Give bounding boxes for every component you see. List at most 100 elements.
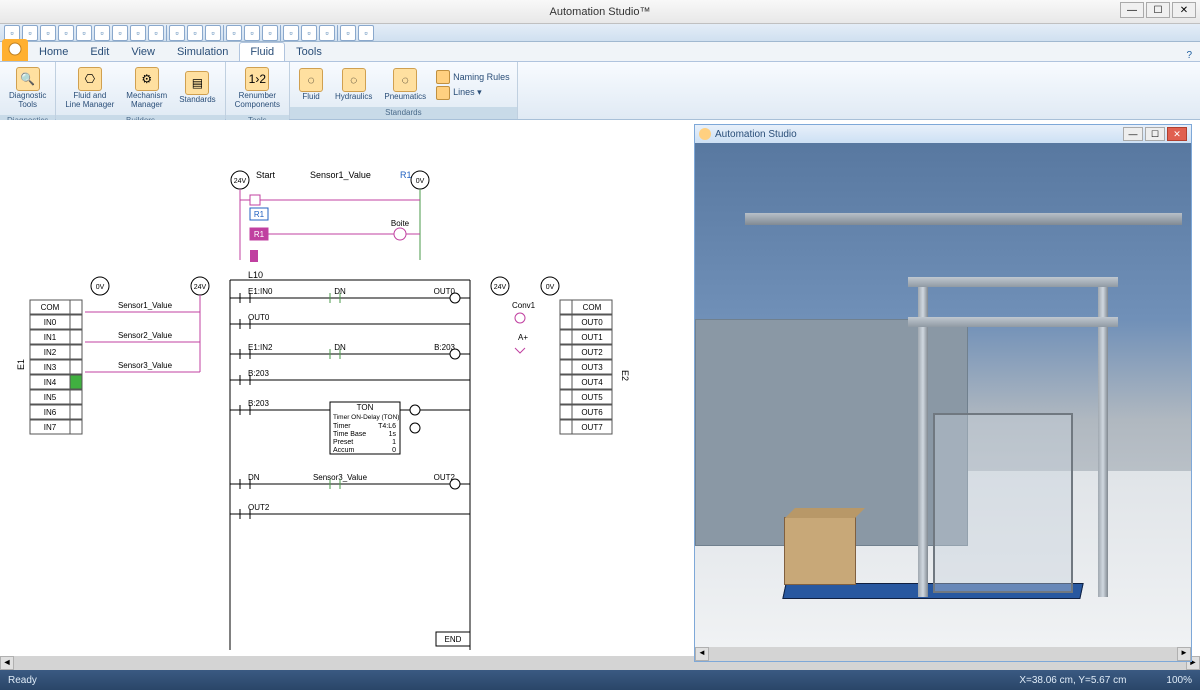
ribbon-fluid-button[interactable]: ◌Fluid [294,65,328,105]
ribbon-hydraulics-button[interactable]: ◌Hydraulics [330,65,377,105]
panel-hscrollbar[interactable]: ◄► [695,647,1191,661]
svg-text:IN7: IN7 [44,423,57,432]
svg-text:Timer ON-Delay (TON): Timer ON-Delay (TON) [333,414,399,421]
help-icon[interactable]: ? [1186,50,1192,61]
qat-play-icon[interactable]: ▫ [301,25,317,41]
svg-text:0: 0 [392,447,396,454]
ribbon-icon: ⚙ [135,67,159,91]
tab-view[interactable]: View [120,42,166,61]
status-zoom: 100% [1166,675,1192,686]
svg-text:OUT2: OUT2 [581,348,603,357]
svg-text:COM: COM [41,303,60,312]
svg-text:OUT6: OUT6 [581,408,603,417]
tab-simulation[interactable]: Simulation [166,42,239,61]
ribbon-small-label: Lines ▾ [453,87,482,98]
ribbon-group-standards: ◌Fluid◌Hydraulics◌Pneumatics Naming Rules… [290,62,518,119]
svg-text:OUT7: OUT7 [581,423,603,432]
ribbon-group-tools: 1›2RenumberComponentsTools [226,62,290,119]
qat-sim-icon[interactable]: ▫ [283,25,299,41]
svg-text:OUT4: OUT4 [581,378,603,387]
ribbon-renumber-button[interactable]: 1›2RenumberComponents [230,64,285,113]
ribbon-diagnostic-button[interactable]: 🔍DiagnosticTools [4,64,51,113]
ribbon-naming-rules-button[interactable]: Naming Rules [433,69,513,85]
ribbon-label: DiagnosticTools [9,92,46,110]
maximize-button[interactable]: ☐ [1146,2,1170,18]
ribbon-icon: ▤ [185,71,209,95]
ribbon-small-icon [436,86,450,100]
svg-text:R1: R1 [400,170,412,180]
qat-cut-icon[interactable]: ▫ [94,25,110,41]
svg-text:B:203: B:203 [248,369,269,378]
qat-separator [166,25,167,41]
file-tab[interactable] [2,39,28,61]
qat-opt-icon[interactable]: ▫ [340,25,356,41]
qat-stop-icon[interactable]: ▫ [319,25,335,41]
close-button[interactable]: ✕ [1172,2,1196,18]
status-coords: X=38.06 cm, Y=5.67 cm [1019,675,1126,686]
workspace: 24V 0V Start Sensor1_Value R1 R1 R1 Boit… [0,120,1200,656]
svg-text:OUT1: OUT1 [581,333,603,342]
qat-snap-icon[interactable]: ▫ [262,25,278,41]
svg-text:IN4: IN4 [44,378,57,387]
qat-fit-icon[interactable]: ▫ [187,25,203,41]
svg-text:Accum: Accum [333,447,355,454]
ribbon-group-builders: ⎔Fluid andLine Manager⚙MechanismManager▤… [56,62,225,119]
svg-text:Sensor3_Value: Sensor3_Value [118,361,173,370]
qat-layer-icon[interactable]: ▫ [226,25,242,41]
svg-text:Sensor2_Value: Sensor2_Value [118,331,173,340]
panel-maximize-button[interactable]: ☐ [1145,127,1165,141]
ribbon-standards-button[interactable]: ▤Standards [174,68,220,108]
qat-print-icon[interactable]: ▫ [148,25,164,41]
app-title: Automation Studio™ [550,6,651,18]
quick-access-toolbar: ▫▫▫▫▫▫▫▫▫▫▫▫▫▫▫▫▫▫▫▫ [0,24,1200,42]
qat-copy-icon[interactable]: ▫ [112,25,128,41]
tab-tools[interactable]: Tools [285,42,333,61]
panel-minimize-button[interactable]: — [1123,127,1143,141]
svg-text:IN2: IN2 [44,348,57,357]
qat-pan-icon[interactable]: ▫ [205,25,221,41]
svg-text:L10: L10 [248,270,263,280]
scene-overhead-beam [744,213,1181,225]
svg-text:E1:IN2: E1:IN2 [248,343,273,352]
minimize-button[interactable]: — [1120,2,1144,18]
svg-text:TON: TON [357,403,374,412]
ribbon-tabs: HomeEditViewSimulationFluidTools ? [0,42,1200,62]
panel-app-icon [699,128,711,140]
ribbon-group-diagnostics: 🔍DiagnosticToolsDiagnostics [0,62,56,119]
svg-text:1: 1 [392,439,396,446]
svg-text:Boite: Boite [391,219,410,228]
ribbon-fluid-and-button[interactable]: ⎔Fluid andLine Manager [60,64,119,113]
simulation-3d-viewport[interactable] [695,143,1191,647]
svg-text:0V: 0V [96,284,105,291]
scene-elevator-cabin [933,413,1073,593]
ribbon-icon: 1›2 [245,67,269,91]
qat-grid-icon[interactable]: ▫ [244,25,260,41]
svg-text:Sensor1_Value: Sensor1_Value [118,301,173,310]
qat-zoom-icon[interactable]: ▫ [169,25,185,41]
tab-home[interactable]: Home [28,42,79,61]
ribbon-lines--button[interactable]: Lines ▾ [433,85,513,101]
ribbon-mechanism-button[interactable]: ⚙MechanismManager [121,64,172,113]
tab-fluid[interactable]: Fluid [239,42,285,61]
svg-text:OUT0: OUT0 [248,313,270,322]
panel-close-button[interactable]: ✕ [1167,127,1187,141]
qat-redo-icon[interactable]: ▫ [76,25,92,41]
ribbon-pneumatics-button[interactable]: ◌Pneumatics [379,65,431,105]
qat-help-icon[interactable]: ▫ [358,25,374,41]
panel-title-bar[interactable]: Automation Studio — ☐ ✕ [695,125,1191,143]
ribbon-label: Fluid andLine Manager [65,92,114,110]
ribbon-label: MechanismManager [126,92,167,110]
ribbon-label: Hydraulics [335,93,372,102]
status-ready: Ready [8,675,37,686]
ribbon-icon: ⎔ [78,67,102,91]
file-menu-icon [8,42,22,56]
status-bar: Ready X=38.06 cm, Y=5.67 cm 100% [0,670,1200,690]
qat-paste-icon[interactable]: ▫ [130,25,146,41]
qat-save-icon[interactable]: ▫ [40,25,56,41]
qat-undo-icon[interactable]: ▫ [58,25,74,41]
svg-text:0V: 0V [546,284,555,291]
svg-text:E1: E1 [16,359,26,370]
tab-edit[interactable]: Edit [79,42,120,61]
svg-text:END: END [445,635,462,644]
ribbon-small-label: Naming Rules [453,72,510,82]
